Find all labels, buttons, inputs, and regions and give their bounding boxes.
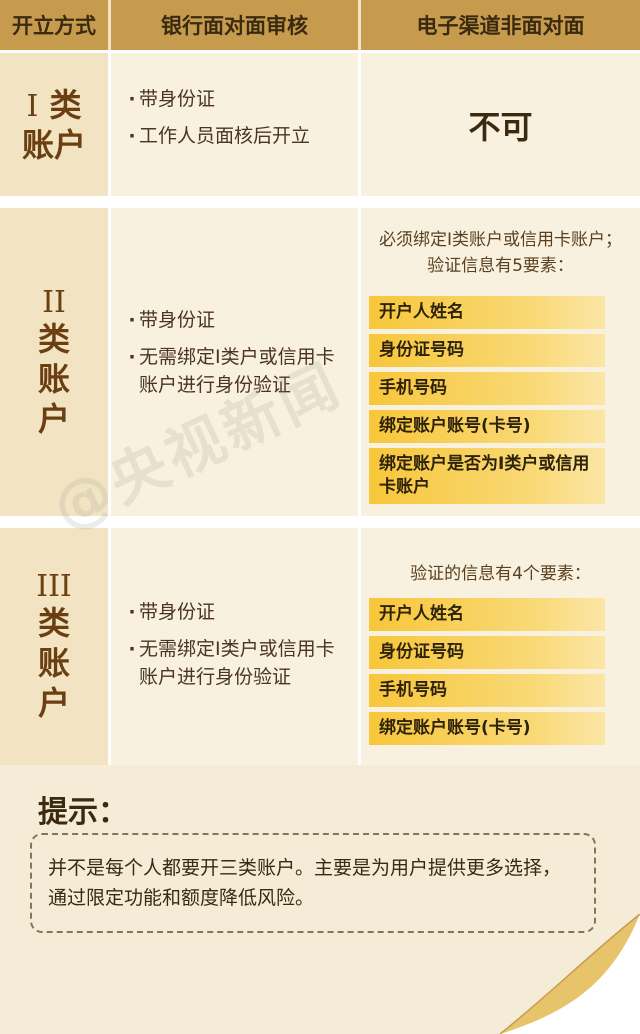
header-electronic: 电子渠道非面对面 <box>416 14 585 38</box>
label-char: 户 <box>37 399 70 438</box>
header-method: 开立方式 <box>12 14 96 38</box>
electronic-cell: 必须绑定I类账户或信用卡账户；验证信息有5要素： 开户人姓名 身份证号码 手机号… <box>361 208 640 516</box>
row-label: I 类 账户 <box>0 53 108 196</box>
roman-numeral: II <box>42 284 66 320</box>
list-item: · 带身份证 <box>128 601 216 623</box>
factor-item: 身份证号码 <box>369 333 605 367</box>
factor-item: 绑定账户账号(卡号) <box>369 711 605 745</box>
row-label: III 类 账 户 <box>0 528 108 765</box>
factor-item: 手机号码 <box>369 673 605 707</box>
row-class-3: III 类 账 户 · 带身份证 · 无需绑定I类户或信用卡账户进行身份验证 验证的… <box>0 528 640 765</box>
row-class-1: I 类 账户 · 带身份证 · 工作人员面核后开立 不可 <box>0 53 640 196</box>
header-face-to-face: 银行面对面审核 <box>161 14 308 38</box>
requirements-list: · 带身份证 · 无需绑定I类户或信用卡账户进行身份验证 <box>125 598 352 700</box>
factor-item: 身份证号码 <box>369 635 605 669</box>
tip-title: 提示： <box>38 795 128 830</box>
electronic-cell: 不可 <box>361 53 640 196</box>
face-to-face-cell: · 带身份证 · 无需绑定I类户或信用卡账户进行身份验证 <box>111 528 358 765</box>
row-separator <box>0 196 640 208</box>
label-char: 类 <box>49 85 82 124</box>
verification-intro: 必须绑定I类账户或信用卡账户；验证信息有5要素： <box>378 230 622 276</box>
account-comparison-infographic: 开立方式 银行面对面审核 电子渠道非面对面 I 类 账户 · 带身份证 · 工作人员… <box>0 0 640 1034</box>
list-item: · 工作人员面核后开立 <box>128 124 311 147</box>
label-char: 账 <box>37 644 70 682</box>
tip-section: 提示： 并不是每个人都要开三类账户。主要是为用户提供更多选择，通过限定功能和额度… <box>0 765 640 1034</box>
factor-list: 开户人姓名 身份证号码 手机号码 绑定账户账号(卡号) <box>369 598 605 750</box>
roman-numeral: I <box>26 88 39 124</box>
label-char: 类 <box>37 604 70 642</box>
electronic-cell: 验证的信息有4个要素： 开户人姓名 身份证号码 手机号码 绑定账户账号(卡号) <box>361 528 640 765</box>
requirements-list: · 带身份证 · 工作人员面核后开立 <box>125 85 352 158</box>
tip-body: 并不是每个人都要开三类账户。主要是为用户提供更多选择，通过限定功能和额度降低风险… <box>48 857 562 910</box>
list-item: · 带身份证 <box>128 88 216 110</box>
face-to-face-cell: · 带身份证 · 工作人员面核后开立 <box>111 53 358 196</box>
label-char: 类 <box>37 319 70 358</box>
label-char: 账户 <box>21 125 86 164</box>
roman-numeral: III <box>36 569 72 604</box>
list-item: · 无需绑定I类户或信用卡账户进行身份验证 <box>128 637 335 689</box>
factor-item: 绑定账户账号(卡号) <box>369 409 605 443</box>
table-header: 开立方式 银行面对面审核 电子渠道非面对面 <box>0 0 640 50</box>
verification-intro: 验证的信息有4个要素： <box>410 564 591 584</box>
not-allowed-text: 不可 <box>468 107 533 146</box>
factor-item: 绑定账户是否为I类户或信用卡账户 <box>369 447 605 504</box>
factor-item: 手机号码 <box>369 371 605 405</box>
list-item: · 带身份证 <box>128 309 216 331</box>
factor-item: 开户人姓名 <box>369 296 605 329</box>
factor-item: 开户人姓名 <box>369 598 605 631</box>
factor-list: 开户人姓名 身份证号码 手机号码 绑定账户账号(卡号) 绑定账户是否为I类户或信… <box>369 296 605 509</box>
label-char: 账 <box>37 359 70 398</box>
label-char: 户 <box>37 684 70 722</box>
page-curl-icon <box>499 914 640 1034</box>
